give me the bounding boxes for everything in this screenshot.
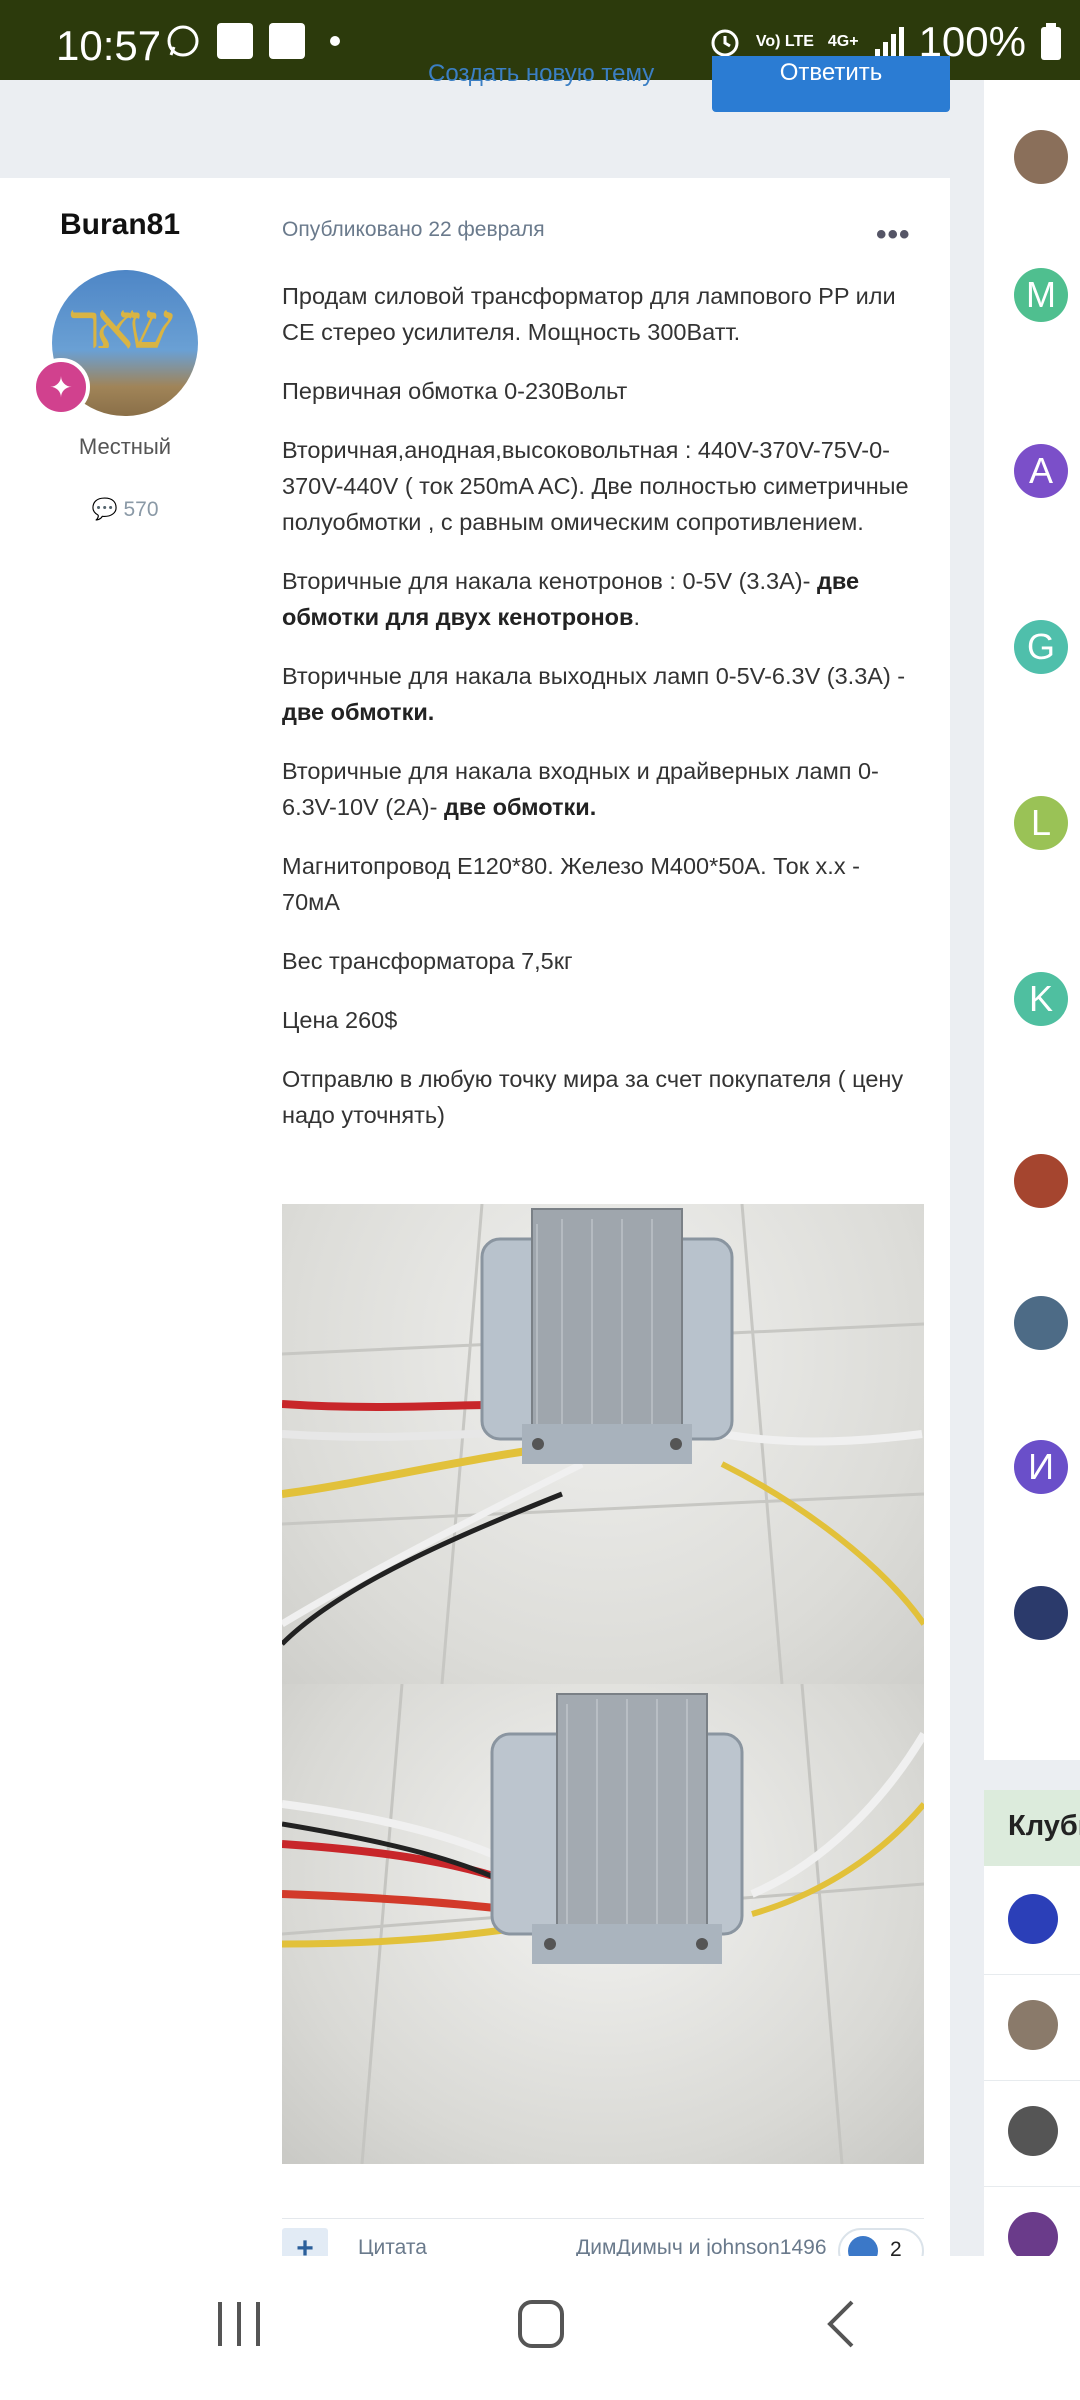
club-avatar	[1008, 2212, 1058, 2262]
paragraph-bold-text: две обмотки.	[443, 794, 597, 820]
post-image[interactable]	[282, 1204, 924, 1684]
back-icon[interactable]	[822, 2298, 862, 2350]
paragraph-text: Отправлю в любую точку мира за счет поку…	[282, 1066, 904, 1128]
notification-icon	[216, 22, 254, 60]
author-name[interactable]: Buran81	[60, 208, 180, 242]
online-user-avatar[interactable]: L	[1014, 796, 1068, 850]
online-users-sidebar	[984, 80, 1080, 1760]
post-date[interactable]: Опубликовано 22 февраля	[282, 218, 545, 242]
paragraph-text: Магнитопровод Е120*80. Железо М400*50А. …	[282, 853, 860, 915]
post-paragraph: Вторичная,анодная,высоковольтная : 440V-…	[282, 432, 922, 540]
paragraph-bold-text: две обмотки.	[282, 699, 435, 725]
paragraph-text: Вторичная,анодная,высоковольтная : 440V-…	[282, 437, 909, 535]
rank-badge-icon: ✦	[32, 358, 90, 416]
online-user-avatar[interactable]	[1014, 130, 1068, 184]
paragraph-tail-text: .	[633, 604, 641, 630]
home-icon[interactable]	[516, 2298, 566, 2350]
post-paragraph: Продам силовой трансформатор для лампово…	[282, 278, 922, 350]
post-content: Продам силовой трансформатор для лампово…	[282, 278, 922, 1156]
post-count-value: 570	[123, 498, 159, 521]
post-paragraph: Отправлю в любую точку мира за счет поку…	[282, 1061, 922, 1133]
post-paragraph: Вторичные для накала выходных ламп 0-5V-…	[282, 658, 922, 730]
battery-icon	[1041, 23, 1061, 60]
club-row[interactable]	[984, 1868, 1080, 1975]
transformer-photo-2	[282, 1684, 924, 2164]
online-user-avatar[interactable]	[1014, 1586, 1068, 1640]
notification-icons	[164, 22, 340, 60]
online-user-avatar[interactable]: G	[1014, 620, 1068, 674]
reply-button[interactable]: Ответить	[712, 56, 950, 112]
paragraph-text: Продам силовой трансформатор для лампово…	[282, 283, 896, 345]
online-user-avatar[interactable]	[1014, 1296, 1068, 1350]
post-paragraph: Первичная обмотка 0-230Вольт	[282, 373, 922, 409]
more-options-icon[interactable]: •••	[876, 218, 911, 252]
network-type: 4G+	[827, 33, 859, 50]
recent-apps-icon[interactable]	[214, 2298, 264, 2350]
post-paragraph: Цена 260$	[282, 1002, 922, 1038]
navigation-bar	[0, 2256, 1080, 2400]
post-count[interactable]: 💬 570	[0, 498, 250, 522]
club-avatar	[1008, 1894, 1058, 1944]
online-user-avatar[interactable]	[1014, 1154, 1068, 1208]
lte-indicator: Vo) LTE	[755, 33, 814, 50]
signal-icon	[874, 27, 904, 57]
avatar-image: שאר	[70, 290, 173, 364]
online-user-avatar[interactable]: K	[1014, 972, 1068, 1026]
dot-icon	[330, 36, 340, 46]
paragraph-text: Вес трансформатора 7,5кг	[282, 948, 573, 974]
comment-icon: 💬	[91, 498, 118, 521]
online-user-avatar[interactable]: A	[1014, 444, 1068, 498]
club-avatar	[1008, 2106, 1058, 2156]
notification-icon	[268, 22, 306, 60]
paragraph-text: Вторичные для накала выходных ламп 0-5V-…	[282, 663, 906, 689]
paragraph-text: Цена 260$	[282, 1007, 398, 1033]
club-avatar	[1008, 2000, 1058, 2050]
post-card: Buran81 שאר ✦ Местный 💬 570 Опубликовано…	[0, 178, 950, 2400]
post-paragraph: Вес трансформатора 7,5кг	[282, 943, 922, 979]
paragraph-text: Первичная обмотка 0-230Вольт	[282, 378, 628, 404]
post-paragraph: Вторичные для накала кенотронов : 0-5V (…	[282, 563, 922, 635]
post-image[interactable]	[282, 1684, 924, 2164]
clubs-title: Клубы	[1008, 1810, 1080, 1842]
paragraph-text: Вторичные для накала кенотронов : 0-5V (…	[282, 568, 817, 594]
author-rank: Местный	[78, 434, 172, 459]
club-row[interactable]	[984, 1974, 1080, 2081]
clock: 10:57	[56, 22, 162, 69]
post-paragraph: Вторичные для накала входных и драйверны…	[282, 753, 922, 825]
new-topic-link[interactable]: Создать новую тему	[428, 60, 654, 88]
post-paragraph: Магнитопровод Е120*80. Железо М400*50А. …	[282, 848, 922, 920]
online-user-avatar[interactable]: M	[1014, 268, 1068, 322]
transformer-photo-1	[282, 1204, 924, 1684]
online-user-avatar[interactable]: И	[1014, 1440, 1068, 1494]
alarm-icon	[711, 29, 739, 57]
whatsapp-icon	[164, 22, 202, 60]
club-row[interactable]	[984, 2080, 1080, 2187]
